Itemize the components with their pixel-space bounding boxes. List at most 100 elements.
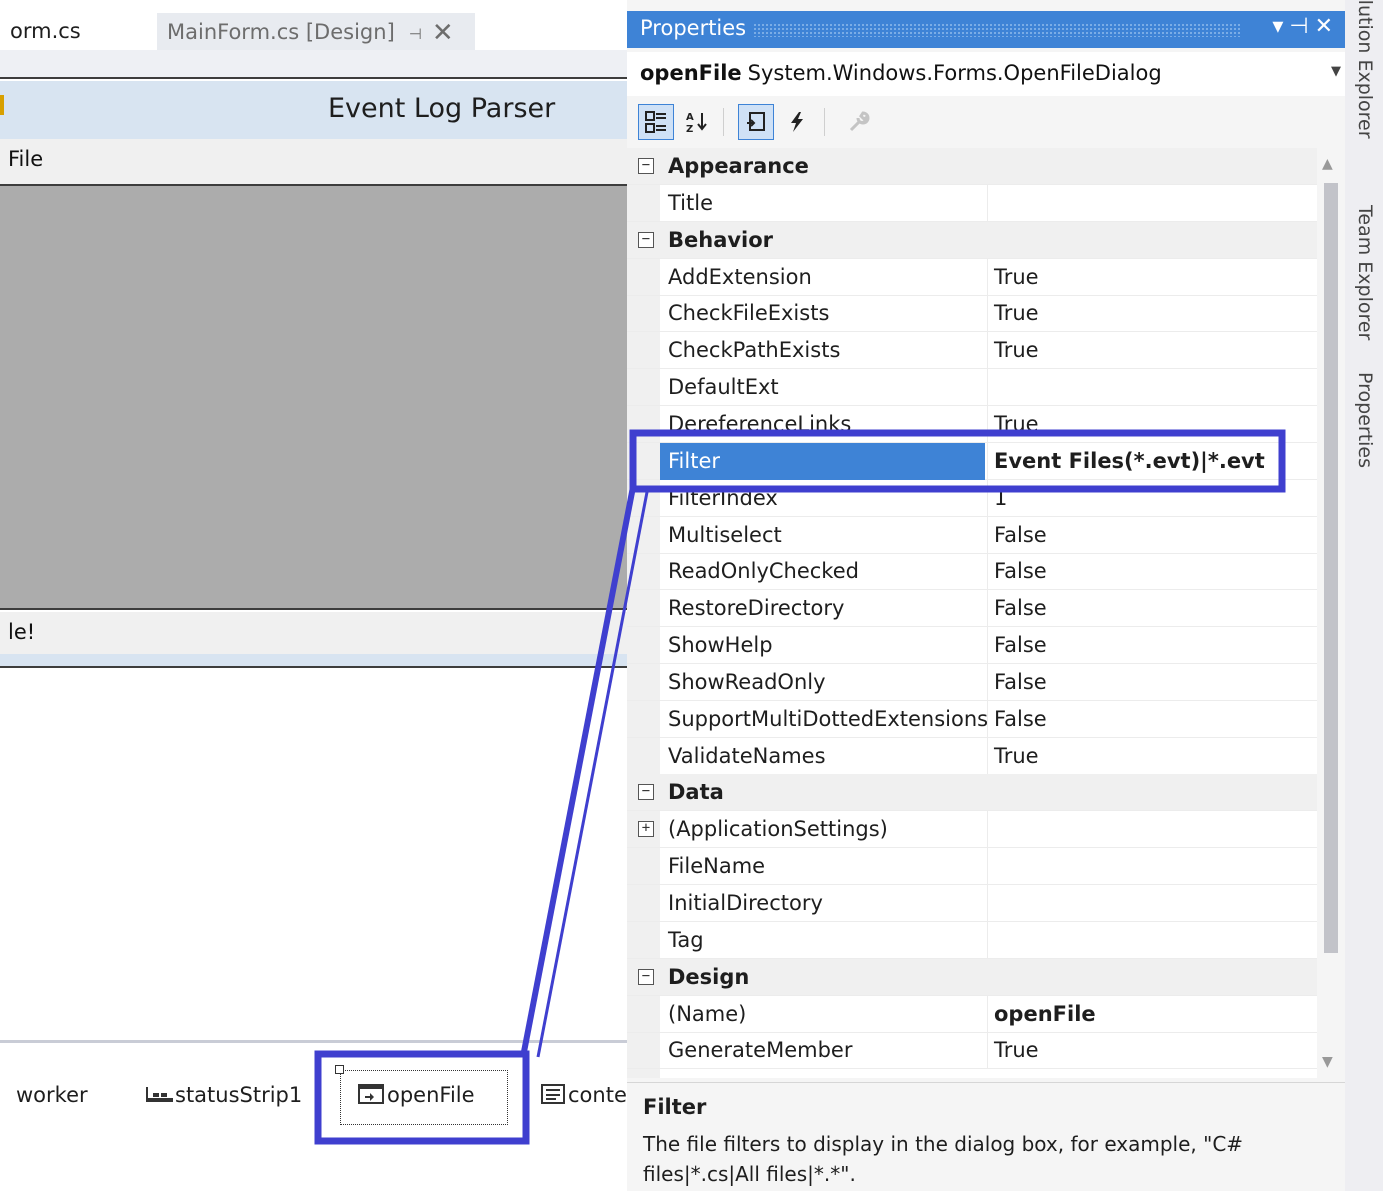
scroll-thumb[interactable] [1324,183,1338,953]
property-row[interactable]: Tag [627,921,1317,959]
tray-item-statusstrip[interactable]: statusStrip1 [145,1083,302,1107]
property-row[interactable]: DereferenceLinks True [627,405,1317,443]
property-row[interactable]: Title [627,184,1317,222]
property-row[interactable]: FileName [627,848,1317,886]
property-name[interactable]: (Name) [668,996,985,1033]
pin-icon[interactable]: ⊣ [409,25,422,43]
property-value[interactable] [987,184,1317,222]
property-value[interactable]: Event Files(*.evt)|*.evt [987,442,1317,480]
property-category-row[interactable]: − Design [627,958,1317,996]
property-row[interactable]: DefaultExt [627,369,1317,407]
collapse-icon[interactable]: − [638,158,654,174]
property-row[interactable]: + (ApplicationSettings) [627,811,1317,849]
tab-mainform-design[interactable]: MainForm.cs [Design] ⊣ ✕ [157,13,475,50]
tray-item-worker[interactable]: worker [16,1083,88,1107]
property-name[interactable]: ReadOnlyChecked [668,553,985,590]
tab-mainform-cs[interactable]: orm.cs [0,13,150,50]
property-value[interactable]: True [987,737,1317,775]
property-row[interactable]: GenerateMember True [627,1032,1317,1070]
property-name[interactable]: Multiselect [668,517,985,554]
side-tab-team-explorer[interactable]: Team Explorer [1354,205,1376,340]
property-name[interactable]: Filter [660,442,985,480]
close-icon[interactable]: ✕ [432,18,454,48]
property-value[interactable]: 1 [987,479,1317,517]
property-category-row[interactable]: − Behavior [627,221,1317,259]
form-status-strip[interactable]: le! [0,612,627,654]
property-row[interactable]: Multiselect False [627,516,1317,554]
property-name[interactable]: ShowHelp [668,627,985,664]
property-name[interactable]: ValidateNames [668,738,985,775]
property-name[interactable]: CheckPathExists [668,332,985,369]
property-row[interactable]: CheckFileExists True [627,295,1317,333]
scroll-down-icon[interactable]: ▼ [1322,1054,1333,1070]
collapse-icon[interactable]: − [638,968,654,985]
property-value[interactable] [987,885,1317,922]
property-category-row[interactable]: − Appearance [627,148,1317,185]
property-name[interactable]: FileName [668,848,985,885]
form-title-bar[interactable]: Event Log Parser [0,81,627,139]
property-value[interactable]: True [987,295,1317,333]
tray-item-openfile[interactable]: openFile [357,1083,475,1107]
wrench-icon[interactable] [841,104,877,140]
property-value[interactable]: False [987,590,1317,628]
form-menu-strip[interactable]: File [0,139,627,186]
property-value[interactable]: False [987,627,1317,665]
collapse-icon[interactable]: − [638,784,654,801]
property-row[interactable]: ValidateNames True [627,737,1317,775]
pin-icon[interactable]: ⊣ [1289,14,1314,39]
property-value[interactable]: True [987,258,1317,296]
property-name[interactable]: GenerateMember [668,1032,985,1069]
property-row[interactable]: ShowReadOnly False [627,663,1317,701]
property-name[interactable]: AddExtension [668,259,985,296]
property-row[interactable]: (Name) openFile [627,995,1317,1033]
dropdown-icon[interactable]: ▾ [1272,14,1289,39]
property-value[interactable]: False [987,516,1317,554]
property-name[interactable]: ShowReadOnly [668,664,985,701]
property-name[interactable]: SupportMultiDottedExtensions [668,701,988,738]
property-name[interactable]: FilterIndex [668,480,985,517]
property-row[interactable]: ShowHelp False [627,627,1317,665]
property-category-row[interactable]: − Data [627,774,1317,812]
collapse-icon[interactable]: − [638,231,654,248]
side-tab-properties[interactable]: Properties [1354,372,1376,468]
property-row[interactable]: Filter Event Files(*.evt)|*.evt [627,442,1317,480]
property-value[interactable] [987,921,1317,959]
object-selector[interactable]: openFile System.Windows.Forms.OpenFileDia… [627,52,1345,96]
property-value[interactable]: True [987,332,1317,370]
property-value[interactable]: True [987,1032,1317,1070]
property-row[interactable]: ReadOnlyChecked False [627,553,1317,591]
property-value[interactable] [987,369,1317,407]
property-grid-scrollbar[interactable]: ▲ ▼ [1317,148,1345,1078]
side-tab-solution-explorer[interactable]: Solution Explorer [1354,0,1376,139]
property-value[interactable]: True [987,405,1317,443]
property-row[interactable]: AddExtension True [627,258,1317,296]
scroll-up-icon[interactable]: ▲ [1322,156,1333,172]
property-row[interactable]: SupportMultiDottedExtensions False [627,700,1317,738]
chevron-down-icon[interactable]: ▼ [1331,64,1341,79]
property-value[interactable] [987,811,1317,849]
property-row[interactable]: CheckPathExists True [627,332,1317,370]
property-row[interactable]: InitialDirectory [627,885,1317,922]
events-icon[interactable] [779,104,815,140]
property-value[interactable]: False [987,663,1317,701]
property-name[interactable]: (ApplicationSettings) [668,811,985,848]
property-value[interactable]: False [987,700,1317,738]
property-name[interactable]: RestoreDirectory [668,590,985,627]
property-value[interactable]: openFile [987,995,1317,1033]
property-row[interactable]: FilterIndex 1 [627,479,1317,517]
property-name[interactable]: CheckFileExists [668,295,985,332]
property-name[interactable]: DefaultExt [668,369,985,406]
property-row[interactable]: RestoreDirectory False [627,590,1317,628]
menu-item-file[interactable]: File [8,147,43,171]
property-name[interactable]: Tag [668,922,985,959]
properties-icon[interactable] [738,104,774,140]
form-content-panel[interactable] [0,186,627,610]
selection-handle[interactable] [335,1065,344,1074]
property-name[interactable]: InitialDirectory [668,885,985,922]
alphabetical-icon[interactable]: AZ [679,104,715,140]
categorized-icon[interactable] [638,104,674,140]
expand-icon[interactable]: + [638,821,654,838]
property-value[interactable]: False [987,553,1317,591]
properties-title-bar[interactable]: Properties ▾⊣✕ [627,11,1345,48]
tray-item-context[interactable]: conte [540,1083,627,1107]
